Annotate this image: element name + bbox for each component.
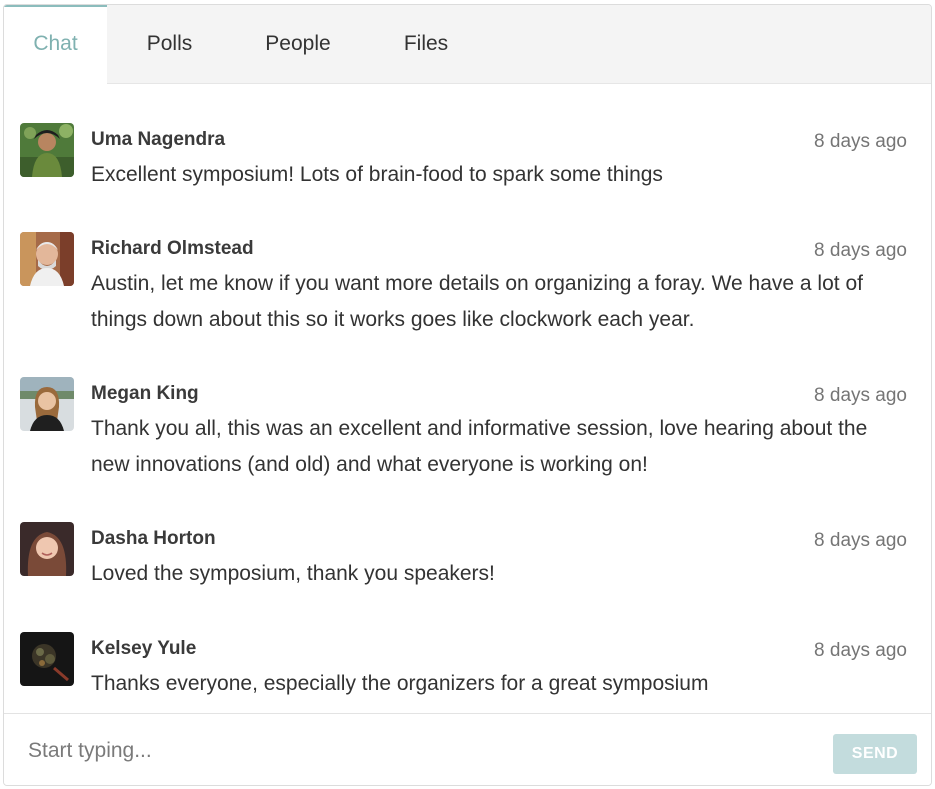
message-timestamp: 8 days ago bbox=[814, 530, 907, 551]
avatar[interactable] bbox=[20, 632, 74, 686]
tab-files[interactable]: Files bbox=[364, 5, 488, 83]
message-text: Thank you all, this was an excellent and… bbox=[91, 417, 868, 476]
tab-polls[interactable]: Polls bbox=[107, 5, 232, 83]
message-timestamp: 8 days ago bbox=[814, 131, 907, 152]
message-timestamp: 8 days ago bbox=[814, 385, 907, 406]
message-author: Uma Nagendra bbox=[91, 129, 226, 150]
message-text: Austin, let me know if you want more det… bbox=[91, 272, 863, 331]
message-author: Dasha Horton bbox=[91, 528, 216, 549]
chat-panel: Chat Polls People Files Uma Nagendra 8 d… bbox=[3, 4, 932, 786]
message-text: Thanks everyone, especially the organize… bbox=[91, 672, 709, 695]
tab-bar: Chat Polls People Files bbox=[4, 5, 931, 84]
avatar[interactable] bbox=[20, 123, 74, 177]
tab-people[interactable]: People bbox=[232, 5, 364, 83]
avatar[interactable] bbox=[20, 377, 74, 431]
message-list[interactable]: Uma Nagendra 8 days ago Excellent sympos… bbox=[4, 83, 931, 713]
message-timestamp: 8 days ago bbox=[814, 240, 907, 261]
avatar[interactable] bbox=[20, 232, 74, 286]
message-input[interactable] bbox=[24, 732, 812, 770]
message-text: Loved the symposium, thank you speakers! bbox=[91, 562, 495, 585]
message-composer: SEND bbox=[4, 713, 931, 785]
message-text: Excellent symposium! Lots of brain-food … bbox=[91, 163, 663, 186]
tab-chat[interactable]: Chat bbox=[4, 5, 107, 84]
avatar[interactable] bbox=[20, 522, 74, 576]
message-author: Megan King bbox=[91, 383, 199, 404]
send-button[interactable]: SEND bbox=[833, 734, 917, 774]
message-author: Kelsey Yule bbox=[91, 638, 197, 659]
message-author: Richard Olmstead bbox=[91, 238, 254, 259]
message-timestamp: 8 days ago bbox=[814, 640, 907, 661]
